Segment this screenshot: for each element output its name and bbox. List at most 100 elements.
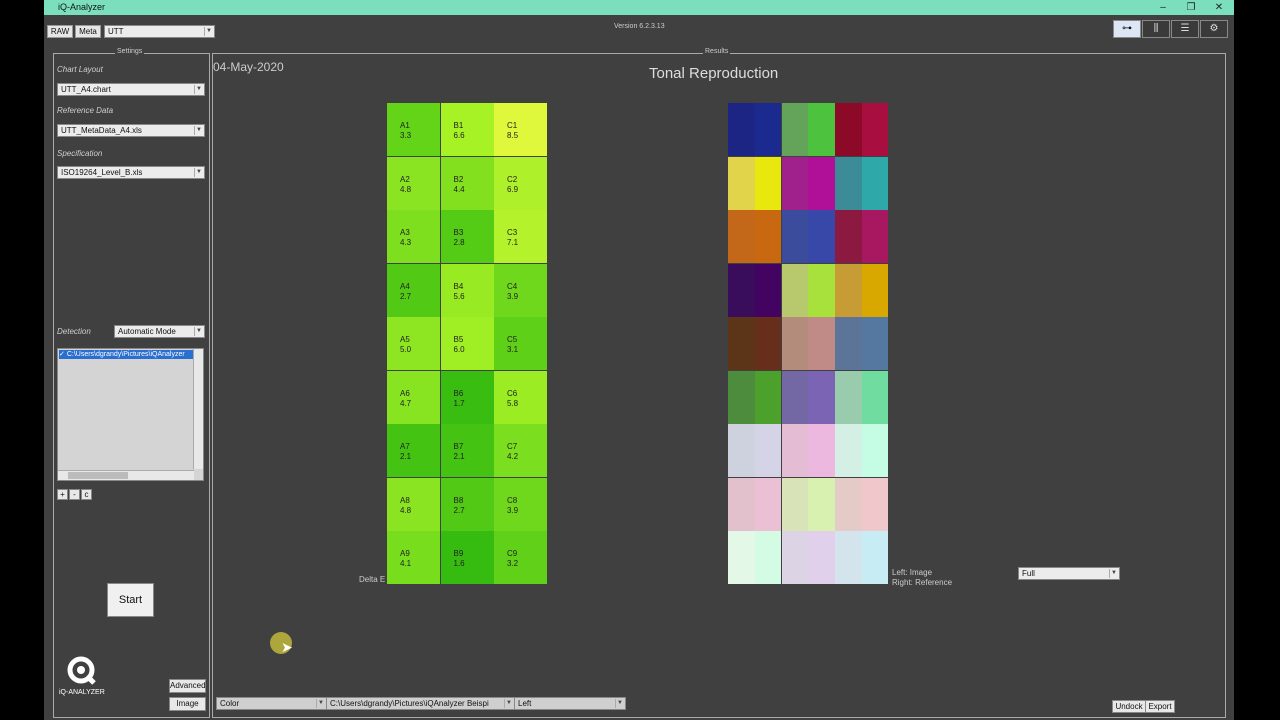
- delta-e-cell: A3 4.3: [387, 210, 440, 263]
- delta-e-cell: A2 4.8: [387, 156, 440, 210]
- color-swatch: [781, 103, 835, 156]
- specification-select[interactable]: ISO19264_Level_B.xls ▼: [57, 166, 205, 179]
- chevron-down-icon: ▼: [194, 327, 203, 336]
- delta-e-cell-label: C5 3.1: [507, 335, 519, 354]
- side-legend: Left: Image Right: Reference: [892, 568, 952, 588]
- layout-tool-icon[interactable]: ⊶: [1113, 20, 1141, 38]
- chevron-down-icon: ▼: [316, 699, 325, 708]
- delta-e-cell-label: A8 4.8: [400, 495, 412, 515]
- settings-panel: Settings Chart Layout UTT_A4.chart ▼ Ref…: [53, 48, 210, 718]
- delta-e-cell: B5 6.0: [440, 317, 494, 370]
- side-select[interactable]: Left ▼: [514, 697, 626, 710]
- view-mode-select[interactable]: Full ▼: [1018, 567, 1120, 580]
- delta-e-grid: A1 3.3 B1 6.6 C1 8.5 A2 4.8 B2 4.4 C2 6.9 A3 4…: [387, 103, 547, 585]
- delta-e-cell-label: A9 4.1: [400, 549, 412, 568]
- advanced-button[interactable]: Advanced: [169, 679, 206, 693]
- color-swatch: [728, 370, 781, 424]
- delta-e-cell-label: C6 5.8: [507, 388, 519, 408]
- image-path-select[interactable]: C:\Users\dgrandy\Pictures\iQAnalyzer Bei…: [326, 697, 515, 710]
- delta-e-cell-label: A4 2.7: [400, 281, 412, 301]
- delta-e-cell-label: C2 6.9: [507, 174, 519, 194]
- color-swatch: [835, 263, 888, 317]
- image-path-value: C:\Users\dgrandy\Pictures\iQAnalyzer Bei…: [330, 699, 489, 708]
- delta-e-cell: B4 5.6: [440, 263, 494, 317]
- color-swatch: [728, 317, 781, 370]
- delta-e-cell: B7 2.1: [440, 424, 494, 477]
- reference-data-value: UTT_MetaData_A4.xls: [61, 126, 142, 135]
- delta-e-cell-label: C1 8.5: [507, 121, 519, 140]
- color-swatch: [835, 477, 888, 531]
- chevron-down-icon: ▼: [204, 27, 213, 36]
- chart-layout-select[interactable]: UTT_A4.chart ▼: [57, 83, 205, 96]
- delta-e-cell-label: B7 2.1: [453, 442, 465, 461]
- file-path: C:\Users\dgrandy\Pictures\iQAnalyzer: [66, 351, 185, 358]
- color-swatch: [728, 424, 781, 477]
- delta-e-cell: A5 5.0: [387, 317, 440, 370]
- color-select[interactable]: Color ▼: [216, 697, 327, 710]
- reference-data-label: Reference Data: [57, 106, 114, 115]
- delta-e-cell-label: B2 4.4: [453, 174, 465, 194]
- color-swatch: [781, 424, 835, 477]
- delta-e-cell: B6 1.7: [440, 370, 494, 424]
- reference-data-select[interactable]: UTT_MetaData_A4.xls ▼: [57, 124, 205, 137]
- utt-select[interactable]: UTT ▼: [104, 25, 215, 38]
- meta-button[interactable]: Meta: [75, 25, 101, 38]
- scrollbar-thumb[interactable]: [68, 472, 128, 479]
- delta-e-cell: C4 3.9: [494, 263, 547, 317]
- check-icon: ✓: [59, 351, 67, 358]
- view-mode-value: Full: [1022, 569, 1035, 578]
- minimize-icon[interactable]: –: [1149, 0, 1177, 15]
- results-legend: Results: [703, 48, 731, 55]
- vertical-scrollbar[interactable]: [193, 349, 203, 469]
- delta-e-cell: C2 6.9: [494, 156, 547, 210]
- close-icon[interactable]: ✕: [1205, 0, 1233, 15]
- horizontal-scrollbar[interactable]: [58, 470, 194, 480]
- export-button[interactable]: Export: [1145, 700, 1175, 713]
- color-swatch: [835, 531, 888, 584]
- clear-files-button[interactable]: c: [81, 489, 92, 500]
- delta-e-cell-label: A1 3.3: [400, 121, 412, 140]
- split-tool-icon[interactable]: ⫼: [1142, 20, 1170, 38]
- restore-icon[interactable]: ❐: [1177, 0, 1205, 15]
- delta-e-cell-label: B8 2.7: [453, 495, 465, 515]
- delta-e-cell: A7 2.1: [387, 424, 440, 477]
- detection-select[interactable]: Automatic Mode ▼: [114, 325, 205, 338]
- settings-legend: Settings: [115, 48, 145, 55]
- result-title: Tonal Reproduction: [649, 65, 779, 82]
- file-list-item[interactable]: ✓ C:\Users\dgrandy\Pictures\iQAnalyzer: [59, 350, 193, 359]
- side-left-label: Left: Image: [892, 568, 933, 577]
- image-button[interactable]: Image: [169, 697, 206, 711]
- start-button[interactable]: Start: [107, 583, 154, 617]
- delta-e-cell-label: C4 3.9: [507, 281, 519, 301]
- list-tool-icon[interactable]: ☰: [1171, 20, 1199, 38]
- delta-e-cell-label: C8 3.9: [507, 495, 519, 515]
- chevron-down-icon: ▼: [194, 126, 203, 135]
- color-swatch: [835, 103, 888, 156]
- color-swatch: [728, 210, 781, 263]
- undock-button[interactable]: Undock: [1112, 700, 1146, 713]
- delta-e-cell: C5 3.1: [494, 317, 547, 370]
- color-swatch-grid: [728, 103, 888, 585]
- delta-e-cell: A8 4.8: [387, 477, 440, 531]
- chevron-down-icon: ▼: [194, 168, 203, 177]
- delta-e-cell-label: B5 6.0: [453, 335, 465, 354]
- remove-file-button[interactable]: -: [69, 489, 80, 500]
- delta-e-cell-label: A5 5.0: [400, 335, 412, 354]
- gear-icon[interactable]: ⚙: [1200, 20, 1228, 38]
- color-swatch: [835, 370, 888, 424]
- delta-e-cell: B8 2.7: [440, 477, 494, 531]
- raw-button[interactable]: RAW: [47, 25, 73, 38]
- specification-label: Specification: [57, 149, 103, 158]
- add-file-button[interactable]: +: [57, 489, 68, 500]
- detection-value: Automatic Mode: [118, 327, 176, 336]
- delta-e-cell: C8 3.9: [494, 477, 547, 531]
- color-swatch: [781, 317, 835, 370]
- color-select-value: Color: [220, 699, 240, 708]
- delta-e-cell-label: C7 4.2: [507, 442, 519, 461]
- results-panel: Results 04-May-2020 Tonal Reproduction A…: [212, 48, 1226, 718]
- delta-e-cell: C7 4.2: [494, 424, 547, 477]
- delta-e-cell-label: B1 6.6: [453, 121, 465, 140]
- delta-e-cell: A1 3.3: [387, 103, 440, 156]
- file-list[interactable]: ✓ C:\Users\dgrandy\Pictures\iQAnalyzer: [57, 348, 204, 481]
- delta-e-cell: B9 1.6: [440, 531, 494, 584]
